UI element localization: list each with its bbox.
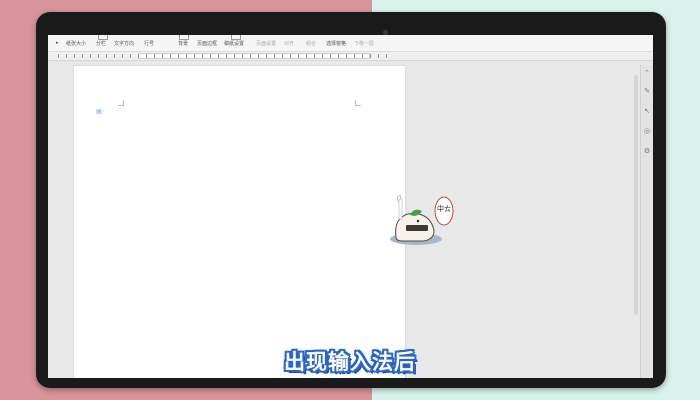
hamster-arm (398, 198, 403, 220)
toolbar-item-paper-size[interactable]: 纸张大小 (66, 40, 86, 47)
video-caption: 出现输入法后 (284, 350, 416, 374)
cursor-icon[interactable]: ↖ (643, 107, 651, 115)
manuscript-icon (231, 35, 241, 40)
hamster-eye (416, 219, 420, 223)
toolbar-item-page-border[interactable]: 页面边框 (197, 40, 217, 47)
toolbar-item-manuscript-setting[interactable]: 稿纸设置 (224, 40, 244, 47)
toolbar-item-group[interactable]: 组合 (306, 40, 316, 47)
toolbar-item-columns[interactable]: 分栏 (96, 40, 106, 47)
document-page[interactable]: ▦◦ (74, 66, 405, 378)
pen-icon[interactable]: ✎ (643, 87, 651, 95)
toolbar-item-align[interactable]: 对齐 (284, 40, 294, 47)
settings-icon[interactable]: ⚙ (643, 147, 651, 155)
toolbar-item-selection-pane[interactable]: 选择窗格 (326, 40, 346, 47)
background-icon (179, 35, 189, 40)
toolbar-item-page-setup[interactable]: 页面设置 (256, 40, 276, 47)
columns-icon (98, 35, 108, 40)
toolbar-item-send-backward[interactable]: 下移一层 (354, 40, 374, 47)
laptop-icon (406, 225, 428, 231)
margin-corner-top-right (355, 100, 361, 106)
toolbar-item-text-direction[interactable]: 文字方向 (114, 40, 134, 47)
toolbar-item-line-number[interactable]: 行号 (144, 40, 154, 47)
tablet-device: ▸ 纸张大小 分栏 文字方向 行号 背景 页面边框 稿纸设置 页面设置 对齐 组… (36, 12, 666, 388)
paragraph-mark-icon: ▦◦ (96, 108, 106, 115)
ruler-ticks (58, 54, 388, 58)
horizontal-ruler (48, 52, 653, 61)
vertical-scrollbar[interactable] (634, 75, 638, 315)
compass-icon[interactable]: ◎ (643, 127, 651, 135)
speech-bubble-text: 中ㄊ (437, 204, 451, 213)
chevron-up-icon[interactable]: ⌃ (643, 69, 651, 77)
toolbar-item-background[interactable]: 背景 (178, 40, 188, 47)
margin-corner-top-left (118, 100, 124, 106)
screen: ▸ 纸张大小 分栏 文字方向 行号 背景 页面边框 稿纸设置 页面设置 对齐 组… (48, 35, 653, 378)
toolbar-arrow-icon: ▸ (56, 40, 59, 46)
hamster-sticker: 中ㄊ (390, 194, 454, 245)
right-sidebar: ⌃ ✎ ↖ ◎ ⚙ (640, 65, 653, 378)
page-layout-toolbar: ▸ 纸张大小 分栏 文字方向 行号 背景 页面边框 稿纸设置 页面设置 对齐 组… (48, 35, 653, 52)
